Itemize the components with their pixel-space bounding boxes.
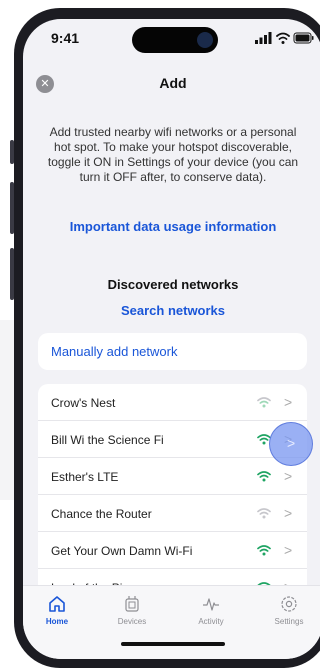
wifi-status-icon xyxy=(276,32,290,40)
dynamic-island xyxy=(132,27,218,53)
tab-devices[interactable]: Devices xyxy=(102,594,162,626)
network-row[interactable]: Get Your Own Damn Wi-Fi > xyxy=(38,532,307,569)
wifi-signal-icon xyxy=(257,508,271,519)
tab-settings[interactable]: Settings xyxy=(259,594,319,626)
chevron-right-icon: > xyxy=(284,468,293,484)
page-title: Add xyxy=(159,75,187,91)
network-row[interactable]: Esther's LTE > xyxy=(38,458,307,495)
network-name: Get Your Own Damn Wi-Fi xyxy=(51,544,193,558)
status-icons xyxy=(255,32,314,44)
wifi-signal-icon xyxy=(257,397,271,408)
tab-label: Activity xyxy=(198,617,224,626)
discovered-networks-heading: Discovered networks xyxy=(107,277,239,292)
manually-add-network-label: Manually add network xyxy=(51,344,178,359)
battery-icon xyxy=(293,32,314,44)
home-indicator xyxy=(121,642,225,646)
manually-add-network-button[interactable]: Manually add network xyxy=(38,333,307,370)
screen: 9:41 Add ✕ Add trusted nearby wifi netwo… xyxy=(23,19,320,659)
devices-icon xyxy=(125,596,139,612)
search-networks-link[interactable]: Search networks xyxy=(23,303,320,318)
chevron-right-icon: > xyxy=(284,505,293,521)
tab-label: Settings xyxy=(274,617,304,626)
home-icon xyxy=(49,596,65,612)
data-usage-link[interactable]: Important data usage information xyxy=(23,219,320,234)
tab-home[interactable]: Home xyxy=(27,594,87,626)
chevron-right-icon: > xyxy=(284,542,293,558)
close-icon[interactable]: ✕ xyxy=(36,75,54,93)
status-time: 9:41 xyxy=(51,30,80,46)
tab-label: Home xyxy=(45,617,69,626)
network-name: Bill Wi the Science Fi xyxy=(51,433,164,447)
network-row[interactable]: Crow's Nest > xyxy=(38,384,307,421)
status-bar: 9:41 xyxy=(23,19,320,59)
tab-activity[interactable]: Activity xyxy=(181,594,241,626)
chevron-right-icon: > xyxy=(284,394,293,410)
tab-bar: Home Devices Activity Settings xyxy=(23,585,320,659)
activity-icon xyxy=(203,598,219,611)
intro-text: Add trusted nearby wifi networks or a pe… xyxy=(47,125,299,184)
touch-indicator: > xyxy=(269,422,313,466)
network-name: Crow's Nest xyxy=(51,396,116,410)
tab-label: Devices xyxy=(117,617,147,626)
camera-icon xyxy=(197,32,213,48)
wifi-signal-icon xyxy=(257,471,271,482)
cellular-signal-icon xyxy=(255,32,272,44)
modal-header: Add ✕ xyxy=(23,75,320,105)
wifi-signal-icon xyxy=(257,545,271,556)
network-name: Chance the Router xyxy=(51,507,152,521)
network-row[interactable]: Bill Wi the Science Fi > xyxy=(38,421,307,458)
network-row[interactable]: Chance the Router > xyxy=(38,495,307,532)
gear-icon xyxy=(281,596,297,612)
network-name: Esther's LTE xyxy=(51,470,119,484)
network-list: Crow's Nest > Bill Wi the Science Fi > E… xyxy=(38,384,307,599)
